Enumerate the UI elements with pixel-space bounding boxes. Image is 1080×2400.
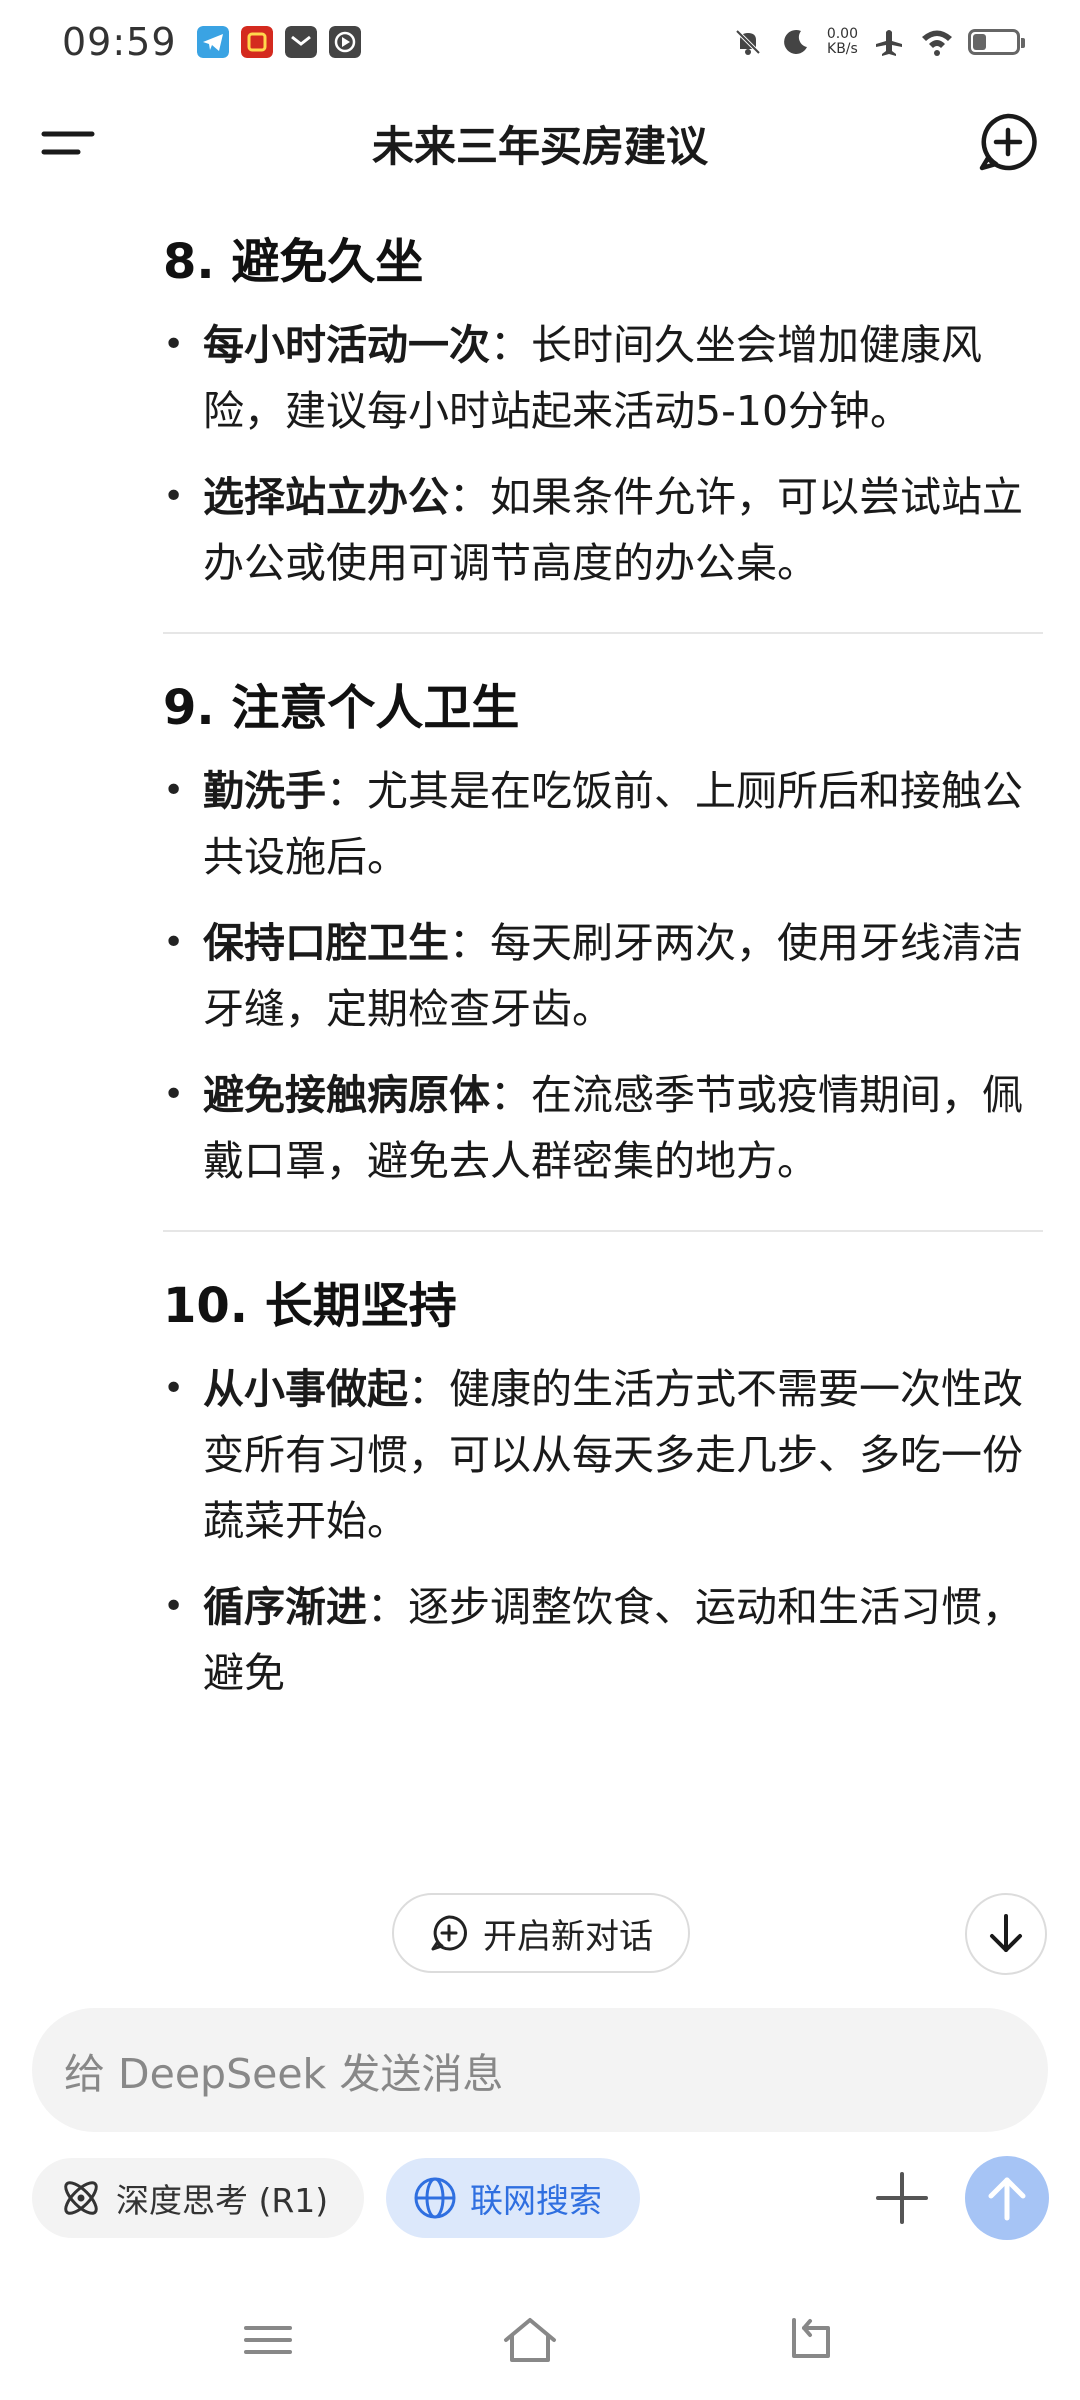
- play-app-icon: [328, 26, 361, 58]
- bullet-list: 勤洗手：尤其是在吃饭前、上厕所后和接触公共设施后。 保持口腔卫生：每天刷牙两次，…: [163, 758, 1043, 1194]
- network-speed-value: 0.00: [826, 26, 858, 42]
- home-icon[interactable]: [500, 2310, 560, 2370]
- section-title: 10. 长期坚持: [163, 1278, 457, 1334]
- notification-icons: [196, 26, 361, 58]
- network-speed: 0.00 KB/s: [827, 27, 858, 57]
- bullet-bold: 勤洗手: [203, 767, 326, 815]
- section-10: 10. 长期坚持 从小事做起：健康的生活方式不需要一次性改变所有习惯，可以从每天…: [163, 1246, 1043, 1706]
- top-bar: 未来三年买房建议: [0, 84, 1080, 202]
- bullet-text: ：尤其是在吃饭前、上厕所后和接触公共设施后。: [203, 767, 1023, 881]
- send-button[interactable]: [965, 2156, 1049, 2240]
- section-title: 8. 避免久坐: [163, 234, 424, 290]
- list-item: 选择站立办公：如果条件允许，可以尝试站立办公或使用可调节高度的办公桌。: [163, 464, 1043, 596]
- list-item: 从小事做起：健康的生活方式不需要一次性改变所有习惯，可以从每天多走几步、多吃一份…: [163, 1356, 1043, 1554]
- deep-think-button[interactable]: 深度思考 (R1): [32, 2158, 364, 2238]
- mute-bell-icon: [735, 29, 761, 55]
- bullet-bold: 从小事做起: [203, 1365, 408, 1413]
- network-speed-unit: KB/s: [827, 41, 858, 57]
- recent-apps-icon[interactable]: [238, 2310, 298, 2370]
- list-item: 每小时活动一次：长时间久坐会增加健康风险，建议每小时站起来活动5-10分钟。: [163, 312, 1043, 444]
- new-chat-button[interactable]: 开启新对话: [392, 1893, 690, 1973]
- list-item: 避免接触病原体：在流感季节或疫情期间，佩戴口罩，避免去人群密集的地方。: [163, 1062, 1043, 1194]
- red-app-icon: [240, 26, 273, 58]
- list-item: 循序渐进：逐步调整饮食、运动和生活习惯，避免: [163, 1574, 1043, 1706]
- bullet-bold: 每小时活动一次: [203, 321, 490, 369]
- message-input-placeholder: 给 DeepSeek 发送消息: [64, 2050, 504, 2098]
- new-chat-icon[interactable]: [976, 110, 1040, 174]
- atom-icon: [64, 2181, 98, 2215]
- airplane-icon: [876, 30, 902, 56]
- battery-level: [973, 34, 986, 50]
- globe-icon: [414, 2177, 456, 2219]
- status-bar: 09:59 0.00 KB/s: [0, 0, 1080, 84]
- bullet-bold: 循序渐进: [203, 1583, 367, 1631]
- back-icon[interactable]: [780, 2310, 840, 2370]
- arrow-up-icon: [988, 2177, 1026, 2221]
- section-title: 9. 注意个人卫生: [163, 680, 520, 736]
- app-screen: 09:59 0.00 KB/s 未来三年买房建议 8. 避免久坐 • 每小时活动…: [0, 0, 1080, 2400]
- section-divider: [163, 632, 1043, 634]
- battery-icon: [968, 29, 1025, 55]
- bullet-list: 从小事做起：健康的生活方式不需要一次性改变所有习惯，可以从每天多走几步、多吃一份…: [163, 1356, 1043, 1706]
- status-time: 09:59: [62, 20, 177, 64]
- moon-icon: [783, 29, 807, 54]
- deep-think-label: 深度思考 (R1): [116, 2181, 329, 2220]
- plus-icon[interactable]: [872, 2168, 932, 2228]
- wifi-icon: [922, 30, 952, 56]
- bullet-list: 每小时活动一次：长时间久坐会增加健康风险，建议每小时站起来活动5-10分钟。 选…: [163, 312, 1043, 596]
- message-input[interactable]: 给 DeepSeek 发送消息: [32, 2008, 1048, 2132]
- chat-content[interactable]: 8. 避免久坐 每小时活动一次：长时间久坐会增加健康风险，建议每小时站起来活动5…: [0, 202, 1080, 1982]
- bullet-bold: 避免接触病原体: [203, 1071, 490, 1119]
- section-divider: [163, 1230, 1043, 1232]
- new-chat-label: 开启新对话: [483, 1916, 653, 1957]
- system-status-icons: 0.00 KB/s: [731, 25, 1025, 59]
- section-8: 8. 避免久坐 每小时活动一次：长时间久坐会增加健康风险，建议每小时站起来活动5…: [163, 202, 1043, 596]
- system-nav-bar: [0, 2290, 1080, 2400]
- answer-body: 8. 避免久坐 每小时活动一次：长时间久坐会增加健康风险，建议每小时站起来活动5…: [163, 202, 1043, 1726]
- telegram-app-icon: [196, 26, 229, 58]
- list-item: 保持口腔卫生：每天刷牙两次，使用牙线清洁牙缝，定期检查牙齿。: [163, 910, 1043, 1042]
- bullet-bold: 选择站立办公: [203, 473, 449, 521]
- scroll-down-button[interactable]: [965, 1893, 1047, 1975]
- web-search-label: 联网搜索: [470, 2181, 602, 2220]
- new-chat-icon: [431, 1915, 467, 1951]
- list-item: 勤洗手：尤其是在吃饭前、上厕所后和接触公共设施后。: [163, 758, 1043, 890]
- mail-app-icon: [284, 26, 317, 58]
- arrow-down-icon: [990, 1914, 1022, 1952]
- menu-icon[interactable]: [40, 114, 100, 174]
- bullet-bold: 保持口腔卫生: [203, 919, 449, 967]
- page-title: 未来三年买房建议: [371, 121, 708, 171]
- section-9: 9. 注意个人卫生 勤洗手：尤其是在吃饭前、上厕所后和接触公共设施后。 保持口腔…: [163, 648, 1043, 1194]
- web-search-button[interactable]: 联网搜索: [386, 2158, 640, 2238]
